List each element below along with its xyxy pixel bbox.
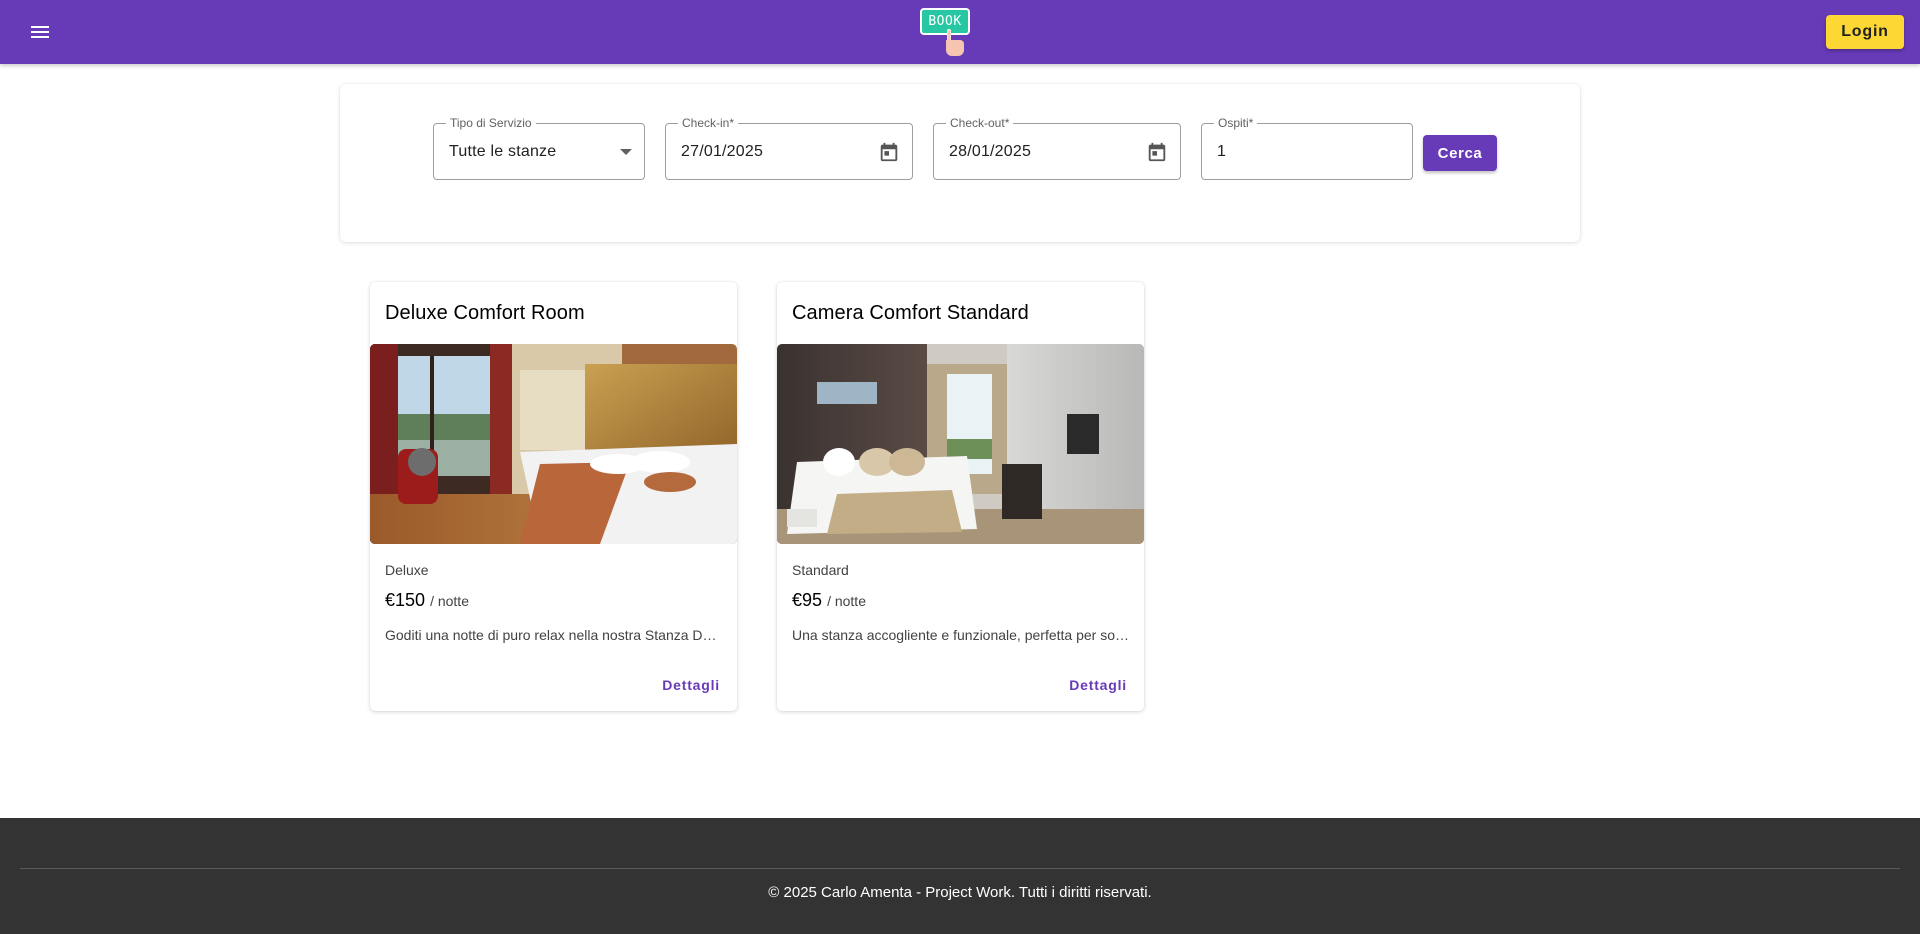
room-card: Deluxe Comfort Room Deluxe €150 / notte … [370,282,737,711]
search-button[interactable]: Cerca [1423,135,1497,171]
price-value: €150 [385,590,426,610]
room-category: Deluxe [385,562,429,578]
room-photo [777,344,1144,544]
checkin-value: 27/01/2025 [681,143,764,160]
checkout-value: 28/01/2025 [949,143,1032,160]
guests-value: 1 [1217,143,1227,160]
room-card: Camera Comfort Standard Standard €95 / n… [777,282,1144,711]
room-title: Deluxe Comfort Room [385,302,585,324]
footer-divider [20,868,1900,869]
checkin-field[interactable]: Check-in* 27/01/2025 [665,116,913,180]
service-type-label: Tipo di Servizio [446,116,536,130]
login-button[interactable]: Login [1826,15,1904,49]
logo-hand-icon [946,29,964,56]
room-category: Standard [792,562,849,578]
guests-field[interactable]: Ospiti* 1 [1201,116,1413,180]
copyright-text: © 2025 Carlo Amenta - Project Work. Tutt… [768,884,1152,901]
checkin-label: Check-in* [678,116,739,130]
room-description: Una stanza accogliente e funzionale, per… [792,627,1130,643]
checkout-field[interactable]: Check-out* 28/01/2025 [933,116,1181,180]
app-bar: BOOK Login [0,0,1920,64]
menu-icon[interactable] [24,16,56,48]
room-price: €95 / notte [792,590,866,611]
room-price: €150 / notte [385,590,469,611]
details-button[interactable]: Dettagli [662,677,720,693]
room-description: Goditi una notte di puro relax nella nos… [385,627,723,643]
checkout-label: Check-out* [946,116,1014,130]
service-type-select[interactable]: Tipo di Servizio Tutte le stanze [433,116,645,180]
price-value: €95 [792,590,823,610]
dropdown-arrow-icon [620,149,632,155]
footer: © 2025 Carlo Amenta - Project Work. Tutt… [0,818,1920,934]
logo[interactable]: BOOK [920,7,972,57]
room-photo [370,344,737,544]
details-button[interactable]: Dettagli [1069,677,1127,693]
price-unit: / notte [827,593,866,609]
calendar-icon[interactable] [878,141,900,163]
price-unit: / notte [430,593,469,609]
calendar-icon[interactable] [1146,141,1168,163]
guests-label: Ospiti* [1214,116,1258,130]
room-title: Camera Comfort Standard [792,302,1029,324]
service-type-value: Tutte le stanze [449,143,557,160]
search-panel: Tipo di Servizio Tutte le stanze Check-i… [340,84,1580,242]
